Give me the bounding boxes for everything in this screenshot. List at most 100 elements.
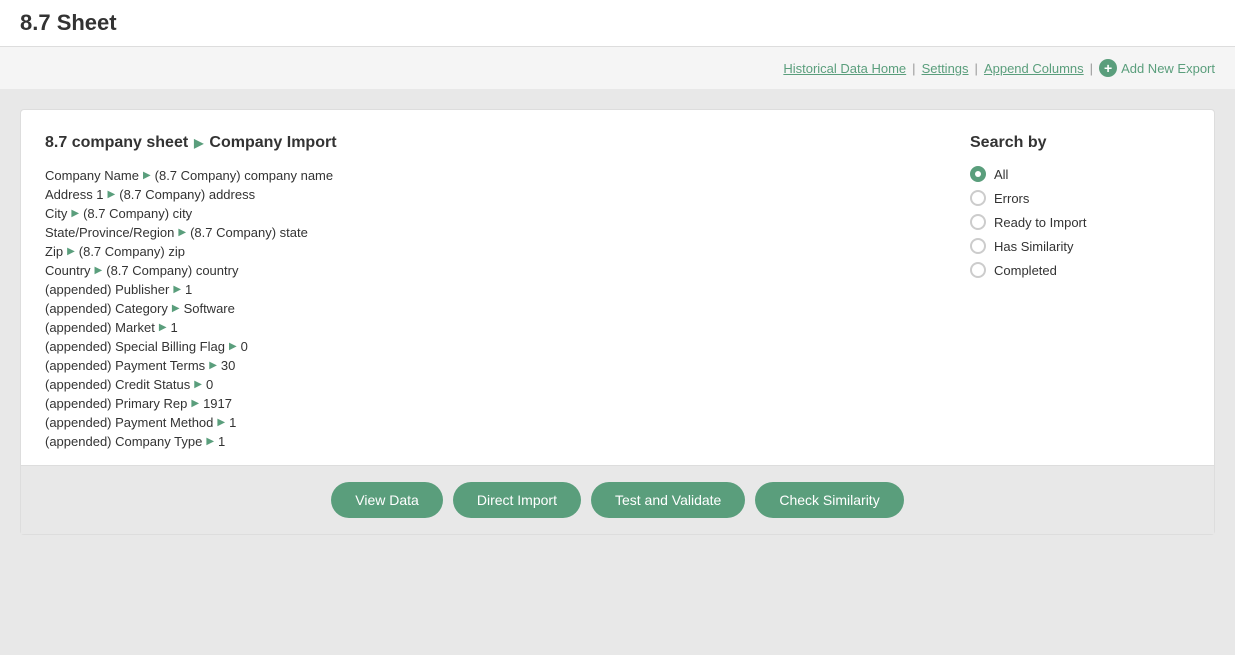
view-data-button[interactable]: View Data	[331, 482, 443, 518]
radio-group: All Errors Ready to Import Has Similarit…	[970, 166, 1190, 278]
radio-label: Has Similarity	[994, 239, 1073, 254]
radio-label: All	[994, 167, 1008, 182]
add-new-export-link[interactable]: + Add New Export	[1099, 59, 1215, 77]
field-value: 0	[206, 377, 213, 392]
field-value: 1917	[203, 396, 232, 411]
field-label: (appended) Special Billing Flag	[45, 339, 225, 354]
field-label: (appended) Primary Rep	[45, 396, 187, 411]
append-columns-link[interactable]: Append Columns	[984, 61, 1084, 76]
radio-circle	[970, 190, 986, 206]
field-label: Zip	[45, 244, 63, 259]
field-arrow-icon: ▶	[194, 379, 202, 390]
field-label: Company Name	[45, 168, 139, 183]
field-value: 1	[229, 415, 236, 430]
field-item: (appended) Payment Terms ▶ 30	[45, 358, 930, 373]
historical-data-home-link[interactable]: Historical Data Home	[783, 61, 906, 76]
left-panel: 8.7 company sheet ▶ Company Import Compa…	[45, 134, 930, 449]
field-label: (appended) Category	[45, 301, 168, 316]
radio-label: Ready to Import	[994, 215, 1087, 230]
field-value: 1	[185, 282, 192, 297]
field-item: Address 1 ▶ (8.7 Company) address	[45, 187, 930, 202]
sheet-name-label: 8.7 company sheet	[45, 134, 188, 152]
field-item: (appended) Primary Rep ▶ 1917	[45, 396, 930, 411]
field-item: (appended) Payment Method ▶ 1	[45, 415, 930, 430]
field-value: 1	[171, 320, 178, 335]
field-value: (8.7 Company) city	[83, 206, 192, 221]
separator-1: |	[912, 61, 915, 76]
field-label: State/Province/Region	[45, 225, 174, 240]
add-new-export-label: Add New Export	[1121, 61, 1215, 76]
plus-icon: +	[1099, 59, 1117, 77]
field-arrow-icon: ▶	[173, 284, 181, 295]
check-similarity-button[interactable]: Check Similarity	[755, 482, 903, 518]
nav-bar: Historical Data Home | Settings | Append…	[0, 47, 1235, 89]
radio-item[interactable]: All	[970, 166, 1190, 182]
radio-circle	[970, 238, 986, 254]
field-label: Country	[45, 263, 91, 278]
section-arrow-icon: ▶	[194, 136, 203, 150]
field-value: 1	[218, 434, 225, 449]
field-arrow-icon: ▶	[143, 170, 151, 181]
field-item: State/Province/Region ▶ (8.7 Company) st…	[45, 225, 930, 240]
field-arrow-icon: ▶	[191, 398, 199, 409]
section-title: 8.7 company sheet ▶ Company Import	[45, 134, 930, 152]
separator-2: |	[975, 61, 978, 76]
import-name-label: Company Import	[209, 134, 336, 152]
field-list: Company Name ▶ (8.7 Company) company nam…	[45, 168, 930, 449]
field-arrow-icon: ▶	[209, 360, 217, 371]
field-item: (appended) Publisher ▶ 1	[45, 282, 930, 297]
search-by-title: Search by	[970, 134, 1190, 152]
field-item: Country ▶ (8.7 Company) country	[45, 263, 930, 278]
field-item: (appended) Category ▶ Software	[45, 301, 930, 316]
field-arrow-icon: ▶	[229, 341, 237, 352]
field-arrow-icon: ▶	[67, 246, 75, 257]
field-arrow-icon: ▶	[178, 227, 186, 238]
field-value: (8.7 Company) state	[190, 225, 308, 240]
page-title: 8.7 Sheet	[20, 10, 117, 35]
field-item: (appended) Special Billing Flag ▶ 0	[45, 339, 930, 354]
field-item: Company Name ▶ (8.7 Company) company nam…	[45, 168, 930, 183]
field-label: (appended) Market	[45, 320, 155, 335]
button-bar: View Data Direct Import Test and Validat…	[21, 465, 1214, 534]
radio-item[interactable]: Has Similarity	[970, 238, 1190, 254]
field-value: (8.7 Company) company name	[155, 168, 333, 183]
field-value: (8.7 Company) zip	[79, 244, 185, 259]
field-arrow-icon: ▶	[172, 303, 180, 314]
radio-circle	[970, 166, 986, 182]
field-arrow-icon: ▶	[206, 436, 214, 447]
field-arrow-icon: ▶	[95, 265, 103, 276]
field-arrow-icon: ▶	[71, 208, 79, 219]
radio-item[interactable]: Ready to Import	[970, 214, 1190, 230]
field-value: 0	[241, 339, 248, 354]
field-value: 30	[221, 358, 235, 373]
field-item: (appended) Credit Status ▶ 0	[45, 377, 930, 392]
field-label: (appended) Credit Status	[45, 377, 190, 392]
radio-label: Completed	[994, 263, 1057, 278]
radio-label: Errors	[994, 191, 1029, 206]
field-label: (appended) Publisher	[45, 282, 169, 297]
field-value: Software	[184, 301, 235, 316]
direct-import-button[interactable]: Direct Import	[453, 482, 581, 518]
field-arrow-icon: ▶	[108, 189, 116, 200]
field-label: (appended) Payment Method	[45, 415, 213, 430]
field-value: (8.7 Company) address	[119, 187, 255, 202]
radio-circle	[970, 214, 986, 230]
right-panel: Search by All Errors Ready to Import Has…	[970, 134, 1190, 449]
settings-link[interactable]: Settings	[922, 61, 969, 76]
radio-item[interactable]: Completed	[970, 262, 1190, 278]
field-label: (appended) Company Type	[45, 434, 202, 449]
field-value: (8.7 Company) country	[106, 263, 238, 278]
field-item: (appended) Company Type ▶ 1	[45, 434, 930, 449]
separator-3: |	[1090, 61, 1093, 76]
test-and-validate-button[interactable]: Test and Validate	[591, 482, 745, 518]
field-arrow-icon: ▶	[159, 322, 167, 333]
field-label: City	[45, 206, 67, 221]
field-label: Address 1	[45, 187, 104, 202]
main-card: 8.7 company sheet ▶ Company Import Compa…	[20, 109, 1215, 535]
field-item: City ▶ (8.7 Company) city	[45, 206, 930, 221]
field-label: (appended) Payment Terms	[45, 358, 205, 373]
field-arrow-icon: ▶	[217, 417, 225, 428]
radio-circle	[970, 262, 986, 278]
radio-item[interactable]: Errors	[970, 190, 1190, 206]
field-item: (appended) Market ▶ 1	[45, 320, 930, 335]
